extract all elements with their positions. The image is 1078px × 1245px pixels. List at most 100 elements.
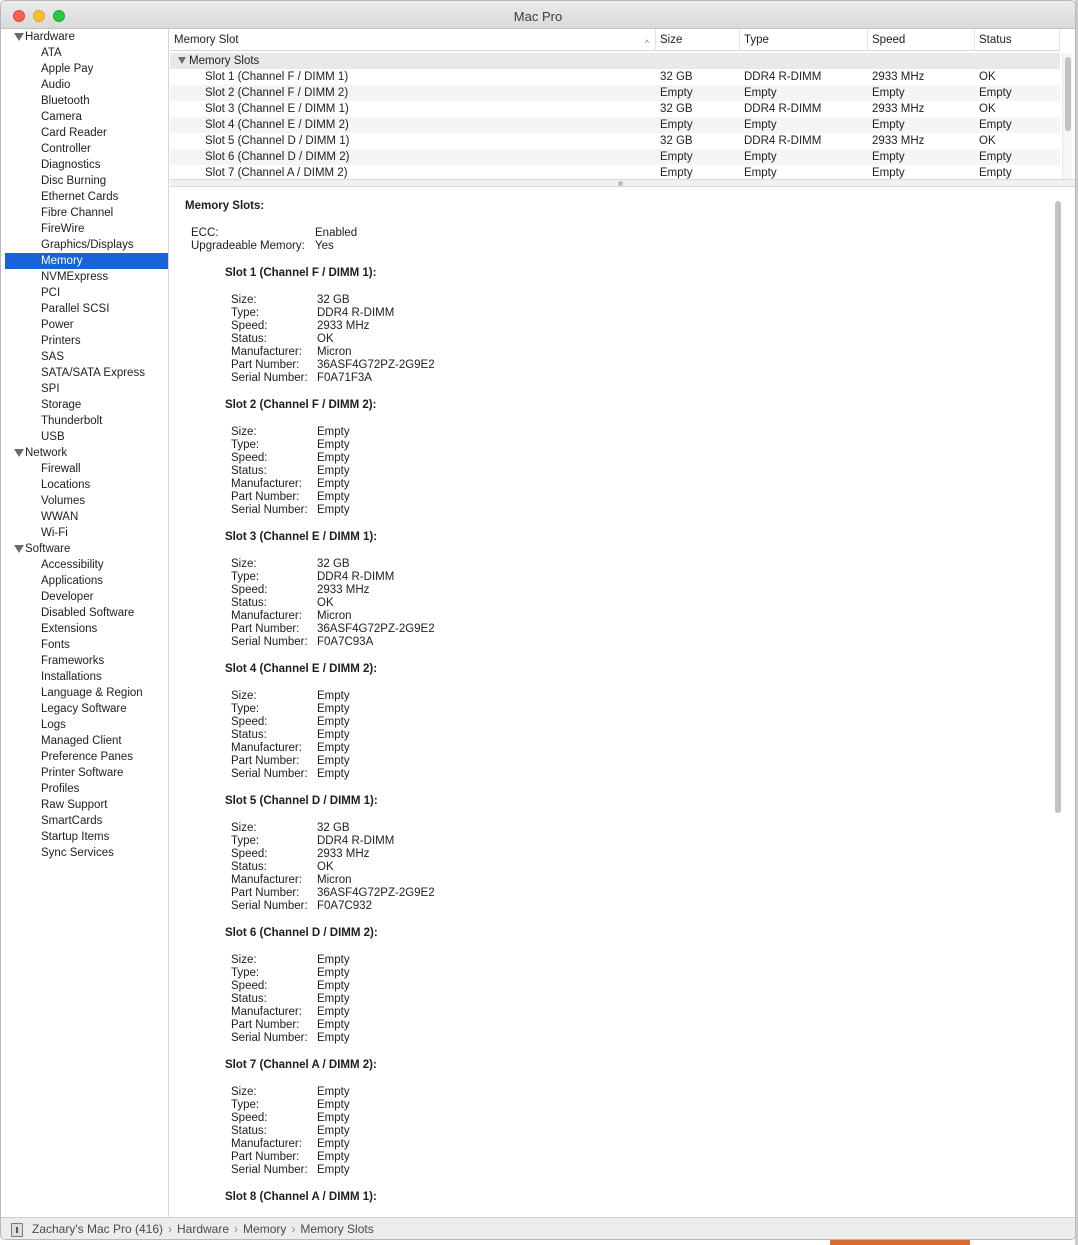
field-label: Speed: bbox=[231, 320, 268, 332]
table-row[interactable]: Slot 2 (Channel F / DIMM 2) Empty Empty Emp… bbox=[170, 85, 1060, 101]
table-row[interactable]: Slot 5 (Channel D / DIMM 1) 32 GB DDR4 R-D… bbox=[170, 133, 1060, 149]
table-row[interactable]: Slot 6 (Channel D / DIMM 2) Empty Empty Emp… bbox=[170, 149, 1060, 165]
sidebar-item-firewall[interactable]: Firewall bbox=[5, 461, 168, 477]
table-row[interactable]: Slot 7 (Channel A / DIMM 2) Empty Empty Emp… bbox=[170, 165, 1060, 179]
sidebar-item-pci[interactable]: PCI bbox=[5, 285, 168, 301]
sidebar-group-network[interactable]: Network bbox=[5, 445, 168, 461]
disclosure-triangle-icon[interactable] bbox=[14, 545, 24, 553]
field-label: Type: bbox=[231, 307, 260, 319]
sidebar-item-printers[interactable]: Printers bbox=[5, 333, 168, 349]
field-label: Manufacturer: bbox=[231, 1006, 302, 1018]
field-value: Empty bbox=[317, 1019, 350, 1031]
sidebar-item-applications[interactable]: Applications bbox=[5, 573, 168, 589]
table-row[interactable]: Slot 3 (Channel E / DIMM 1) 32 GB DDR4 R-D… bbox=[170, 101, 1060, 117]
sidebar-item-developer[interactable]: Developer bbox=[5, 589, 168, 605]
sidebar-item-raw-support[interactable]: Raw Support bbox=[5, 797, 168, 813]
column-header-memory-slot[interactable]: Memory Slot ^ bbox=[170, 29, 656, 51]
sidebar-item-fonts[interactable]: Fonts bbox=[5, 637, 168, 653]
sidebar-item-memory[interactable]: Memory bbox=[5, 253, 168, 269]
sidebar-item-extensions[interactable]: Extensions bbox=[5, 621, 168, 637]
field-value: DDR4 R-DIMM bbox=[317, 835, 395, 847]
disclosure-triangle-icon[interactable] bbox=[178, 57, 186, 64]
sidebar-item-smartcards[interactable]: SmartCards bbox=[5, 813, 168, 829]
sidebar-item-storage[interactable]: Storage bbox=[5, 397, 168, 413]
sidebar-group-software[interactable]: Software bbox=[5, 541, 168, 557]
sidebar-item-disabled-software[interactable]: Disabled Software bbox=[5, 605, 168, 621]
system-information-window: Mac Pro Hardware ATA Apple Pay Audio Bluetoo… bbox=[0, 0, 1076, 1240]
sidebar-item-frameworks[interactable]: Frameworks bbox=[5, 653, 168, 669]
sidebar-item-power[interactable]: Power bbox=[5, 317, 168, 333]
sidebar-item-startup-items[interactable]: Startup Items bbox=[5, 829, 168, 845]
title-bar[interactable]: Mac Pro bbox=[1, 1, 1075, 29]
sidebar-item-wi-fi[interactable]: Wi-Fi bbox=[5, 525, 168, 541]
field-value: Empty bbox=[317, 465, 350, 477]
sidebar-item-nvmexpress[interactable]: NVMExpress bbox=[5, 269, 168, 285]
detail-scrollbar[interactable] bbox=[1053, 201, 1063, 1206]
table-group-row[interactable]: Memory Slots bbox=[170, 53, 1060, 69]
sidebar-item-language-region[interactable]: Language & Region bbox=[5, 685, 168, 701]
sidebar-item-profiles[interactable]: Profiles bbox=[5, 781, 168, 797]
field-value: Empty bbox=[317, 504, 350, 516]
sidebar-item-volumes[interactable]: Volumes bbox=[5, 493, 168, 509]
sidebar-item-fibre-channel[interactable]: Fibre Channel bbox=[5, 205, 168, 221]
pane-splitter[interactable] bbox=[170, 179, 1075, 187]
sidebar-item-ata[interactable]: ATA bbox=[5, 45, 168, 61]
sidebar-item-graphics-displays[interactable]: Graphics/Displays bbox=[5, 237, 168, 253]
sidebar-item-printer-software[interactable]: Printer Software bbox=[5, 765, 168, 781]
splitter-handle-icon[interactable] bbox=[618, 181, 623, 186]
field-label: Speed: bbox=[231, 716, 268, 728]
chevron-right-icon: › bbox=[234, 1222, 239, 1236]
sidebar-item-accessibility[interactable]: Accessibility bbox=[5, 557, 168, 573]
sidebar-group-hardware[interactable]: Hardware bbox=[5, 29, 168, 45]
sidebar-item-parallel-scsi[interactable]: Parallel SCSI bbox=[5, 301, 168, 317]
sidebar-item-legacy-software[interactable]: Legacy Software bbox=[5, 701, 168, 717]
field-label: Part Number: bbox=[231, 1019, 300, 1031]
field-label: Type: bbox=[231, 835, 260, 847]
field-value: Empty bbox=[317, 1138, 350, 1150]
sidebar-item-wwan[interactable]: WWAN bbox=[5, 509, 168, 525]
sidebar-item-ethernet-cards[interactable]: Ethernet Cards bbox=[5, 189, 168, 205]
sidebar-item-controller[interactable]: Controller bbox=[5, 141, 168, 157]
disclosure-triangle-icon[interactable] bbox=[14, 33, 24, 41]
table-row[interactable]: Slot 1 (Channel F / DIMM 1) 32 GB DDR4 R-D… bbox=[170, 69, 1060, 85]
sidebar-item-sync-services[interactable]: Sync Services bbox=[5, 845, 168, 861]
sidebar-item-camera[interactable]: Camera bbox=[5, 109, 168, 125]
table-cell: Slot 4 (Channel E / DIMM 2) bbox=[205, 119, 349, 131]
table-scrollbar[interactable] bbox=[1062, 53, 1072, 179]
sidebar-item-diagnostics[interactable]: Diagnostics bbox=[5, 157, 168, 173]
table-cell: Slot 5 (Channel D / DIMM 1) bbox=[205, 135, 350, 147]
field-label: Part Number: bbox=[231, 1151, 300, 1163]
sidebar-item-locations[interactable]: Locations bbox=[5, 477, 168, 493]
detail-scrollbar-thumb[interactable] bbox=[1055, 201, 1061, 813]
sidebar-item-spi[interactable]: SPI bbox=[5, 381, 168, 397]
sidebar-item-sas[interactable]: SAS bbox=[5, 349, 168, 365]
column-header-type[interactable]: Type bbox=[740, 29, 868, 51]
breadcrumb-item[interactable]: Hardware bbox=[177, 1222, 229, 1236]
sidebar-item-sata-sata-express[interactable]: SATA/SATA Express bbox=[5, 365, 168, 381]
field-value: Empty bbox=[317, 478, 350, 490]
sidebar-item-installations[interactable]: Installations bbox=[5, 669, 168, 685]
column-header-speed[interactable]: Speed bbox=[868, 29, 975, 51]
sidebar-item-preference-panes[interactable]: Preference Panes bbox=[5, 749, 168, 765]
field-value: 36ASF4G72PZ-2G9E2 bbox=[317, 887, 435, 899]
column-header-size[interactable]: Size bbox=[656, 29, 740, 51]
table-scrollbar-thumb[interactable] bbox=[1065, 57, 1071, 131]
column-header-status[interactable]: Status bbox=[975, 29, 1060, 51]
sidebar-item-thunderbolt[interactable]: Thunderbolt bbox=[5, 413, 168, 429]
breadcrumb-item[interactable]: Memory Slots bbox=[300, 1222, 373, 1236]
sidebar-item-audio[interactable]: Audio bbox=[5, 77, 168, 93]
path-bar: Zachary's Mac Pro (416) › Hardware › Memory ›… bbox=[1, 1217, 1075, 1239]
breadcrumb-item[interactable]: Memory bbox=[243, 1222, 286, 1236]
sidebar-item-firewire[interactable]: FireWire bbox=[5, 221, 168, 237]
disclosure-triangle-icon[interactable] bbox=[14, 449, 24, 457]
sidebar-item-disc-burning[interactable]: Disc Burning bbox=[5, 173, 168, 189]
table-row[interactable]: Slot 4 (Channel E / DIMM 2) Empty Empty Emp… bbox=[170, 117, 1060, 133]
computer-icon bbox=[11, 1223, 23, 1237]
sidebar-item-managed-client[interactable]: Managed Client bbox=[5, 733, 168, 749]
sidebar-item-card-reader[interactable]: Card Reader bbox=[5, 125, 168, 141]
breadcrumb-item[interactable]: Zachary's Mac Pro (416) bbox=[32, 1222, 163, 1236]
sidebar-item-usb[interactable]: USB bbox=[5, 429, 168, 445]
sidebar-item-bluetooth[interactable]: Bluetooth bbox=[5, 93, 168, 109]
sidebar-item-apple-pay[interactable]: Apple Pay bbox=[5, 61, 168, 77]
sidebar-item-logs[interactable]: Logs bbox=[5, 717, 168, 733]
